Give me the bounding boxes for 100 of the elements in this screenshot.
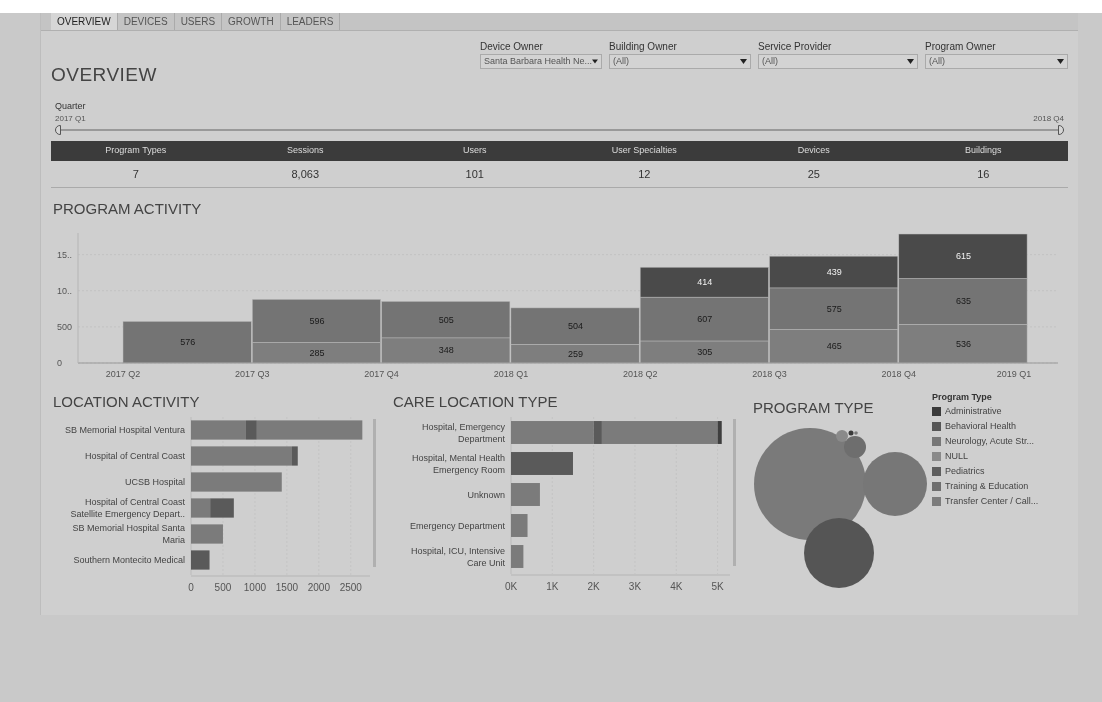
legend-title: Program Type [932, 390, 993, 404]
bar-segment [191, 498, 211, 518]
data-label: 439 [826, 266, 842, 277]
legend-label: Pediatrics [945, 464, 985, 478]
slider-handle[interactable] [1058, 125, 1064, 135]
axis-tick-label: 500 [214, 582, 232, 593]
slider-handle[interactable] [55, 125, 61, 135]
category-label: SB Memorial Hospital Santa Maria [72, 523, 185, 545]
kpi-value: 16 [976, 166, 991, 182]
data-label: 576 [180, 336, 196, 347]
filter-label: Building Owner [609, 40, 678, 54]
filter-dropdown[interactable]: (All) [925, 54, 1068, 69]
data-label: 414 [697, 276, 713, 287]
filter-dropdown[interactable]: (All) [758, 54, 918, 69]
axis-tick-label: 1K [546, 581, 559, 592]
data-label: 465 [826, 340, 842, 351]
category-label: Hospital, Mental Health Emergency Room [411, 452, 505, 475]
bar-segment [511, 545, 524, 568]
dropdown-caret-icon [592, 59, 598, 64]
axis-tick-label: 0 [188, 582, 194, 593]
category-label: Unknown [467, 489, 505, 500]
bar-segment [511, 452, 573, 475]
axis-tick-label: 1500 [275, 582, 298, 593]
section-title: CARE LOCATION TYPE [393, 391, 558, 412]
filter-label: Program Owner [925, 40, 997, 54]
filter-label: Service Provider [758, 40, 833, 54]
filter-dropdown[interactable]: Santa Barbara Health Ne... [480, 54, 602, 69]
data-label: 635 [955, 295, 971, 306]
data-label: 596 [309, 315, 325, 326]
data-label: 285 [309, 347, 325, 358]
axis-tick-label: 15.. [57, 249, 72, 260]
legend-label: Behavioral Health [945, 419, 1017, 433]
axis-tick-label: 500 [57, 321, 73, 332]
legend-label: NULL [945, 449, 968, 463]
data-label: 575 [826, 303, 842, 314]
axis-tick-label: 2017 Q3 [235, 368, 270, 379]
data-label: 615 [955, 250, 971, 261]
kpi-label: Devices [796, 144, 831, 158]
kpi-value: 8,063 [290, 166, 320, 182]
kpi-label: User Specialties [610, 144, 678, 158]
dropdown-caret-icon [907, 59, 914, 64]
filter-label: Quarter [55, 99, 86, 113]
axis-tick-label: 2K [587, 581, 600, 592]
axis-tick-label: 2018 Q4 [881, 368, 917, 379]
kpi-value: 7 [131, 166, 140, 182]
axis-tick-label: 2019 Q1 [996, 368, 1032, 379]
category-label: Hospital of Central Coast Satellite Emergency Depart.. [70, 497, 185, 519]
axis-tick-label: 2018 Q3 [752, 368, 787, 379]
data-label: 505 [438, 314, 454, 325]
axis-tick-label: 4K [670, 581, 683, 592]
legend-label: Neurology, Acute Str... [945, 434, 1034, 448]
category-label: SB Memorial Hospital Ventura [64, 425, 185, 435]
data-label: 305 [697, 346, 713, 357]
category-label: Emergency Department [409, 520, 505, 531]
range-start-label: 2017 Q1 [55, 113, 86, 125]
tab[interactable]: OVERVIEW [51, 13, 118, 30]
legend-label: Transfer Center / Call... [945, 494, 1039, 508]
data-label: 259 [568, 348, 584, 359]
dropdown-caret-icon [1057, 59, 1064, 64]
kpi-label: Buildings [964, 144, 1003, 158]
axis-tick-label: 10.. [57, 285, 72, 296]
axis-tick-label: 2018 Q2 [622, 368, 658, 379]
axis-tick-label: 2017 Q2 [105, 368, 141, 379]
section-title: PROGRAM ACTIVITY [53, 199, 202, 219]
dropdown-caret-icon [740, 59, 747, 64]
section-title: PROGRAM TYPE [753, 397, 874, 418]
axis-tick-label: 5K [711, 581, 724, 592]
bar-segment [191, 550, 210, 570]
axis-tick-label: 2000 [307, 582, 330, 593]
bar-segment [511, 514, 528, 537]
axis-tick-label: 2017 Q4 [364, 368, 399, 379]
axis-tick-label: 0 [57, 357, 62, 368]
filter-label: Device Owner [480, 40, 544, 54]
section-title: LOCATION ACTIVITY [53, 391, 200, 412]
category-label: UCSB Hospital [124, 477, 185, 487]
legend-label: Administrative [945, 404, 1002, 418]
data-label: 607 [697, 313, 713, 324]
bar-segment [191, 524, 223, 544]
axis-tick-label: 1000 [243, 582, 267, 593]
bar-segment [210, 498, 234, 518]
range-end-label: 2018 Q4 [1033, 113, 1064, 125]
category-label: Hospital of Central Coast [84, 451, 185, 461]
kpi-value: 25 [806, 166, 821, 182]
category-label: Southern Montecito Medical [73, 555, 185, 565]
data-label: 504 [568, 320, 584, 331]
kpi-value: 12 [637, 166, 652, 182]
category-label: Hospital, ICU, Intensive Care Unit [410, 545, 505, 568]
category-label: Hospital, Emergency Department [421, 421, 505, 444]
data-label: 348 [438, 344, 454, 355]
axis-tick-label: 2500 [339, 582, 362, 593]
kpi-label: Sessions [286, 144, 325, 158]
axis-tick-label: 0K [504, 581, 518, 592]
filter-dropdown[interactable]: (All) [609, 54, 751, 69]
dashboard-title: OVERVIEW [51, 63, 158, 87]
data-label: 536 [955, 338, 971, 349]
axis-tick-label: 3K [628, 581, 642, 592]
kpi-label: Program Types [104, 144, 168, 158]
legend-label: Training & Education [945, 479, 1029, 493]
axis-tick-label: 2018 Q1 [493, 368, 529, 379]
kpi-label: Users [462, 144, 488, 158]
